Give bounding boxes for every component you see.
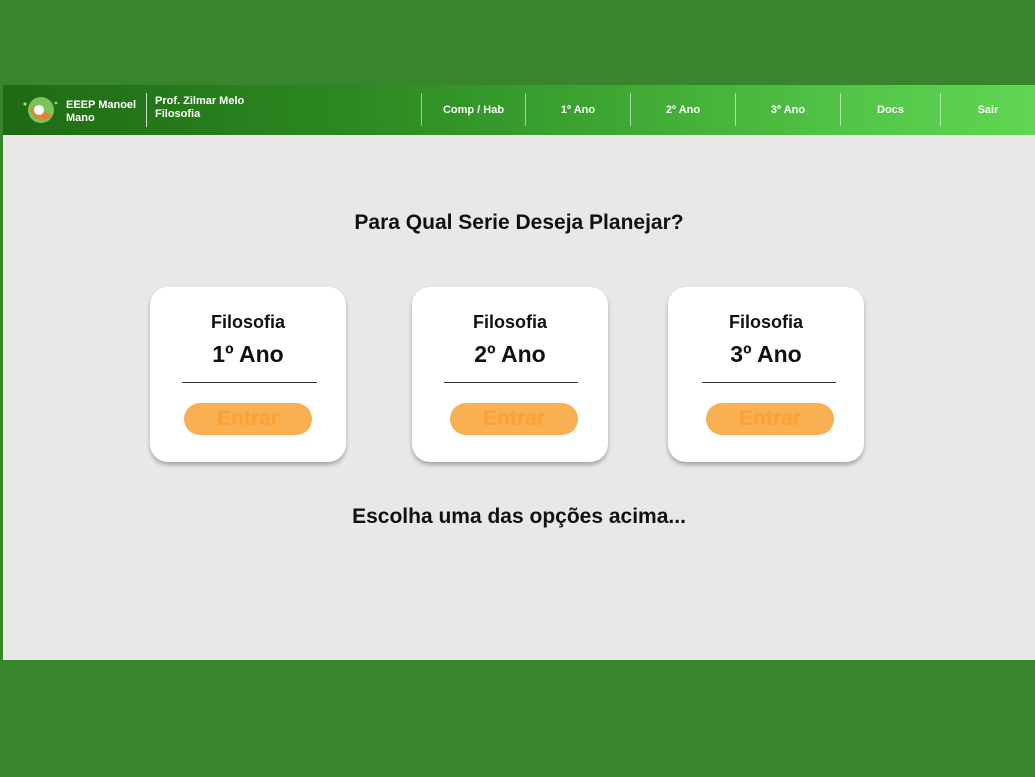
instruction-text: Escolha uma das opções acima... — [352, 505, 686, 528]
app-frame: EEEP Manoel Mano Prof. Zilmar Melo Filos… — [3, 85, 1035, 660]
card-subject: Filosofia — [728, 312, 803, 332]
nav-3-ano[interactable]: 3º Ano — [736, 85, 840, 135]
card-year: 3º Ano — [730, 341, 802, 367]
card-year: 1º Ano — [212, 341, 284, 367]
grade-card-1: Filosofia 1º Ano Entrar — [150, 287, 346, 462]
card-subject: Filosofia — [210, 312, 285, 332]
card-divider — [182, 382, 317, 383]
top-navbar: EEEP Manoel Mano Prof. Zilmar Melo Filos… — [3, 85, 1035, 135]
grade-card-2: Filosofia 2º Ano Entrar — [412, 287, 608, 462]
enter-button[interactable]: Entrar — [706, 403, 834, 435]
enter-button[interactable]: Entrar — [184, 403, 312, 435]
nav-sair[interactable]: Sair — [941, 85, 1035, 135]
enter-button[interactable]: Entrar — [450, 403, 578, 435]
nav-2-ano[interactable]: 2º Ano — [631, 85, 735, 135]
card-divider — [444, 382, 578, 383]
nav-1-ano[interactable]: 1º Ano — [526, 85, 630, 135]
school-logo-icon — [23, 97, 58, 123]
brand-divider — [146, 93, 147, 127]
nav-comp-hab[interactable]: Comp / Hab — [422, 85, 525, 135]
school-name: EEEP Manoel Mano — [66, 99, 137, 124]
page-heading: Para Qual Serie Deseja Planejar? — [354, 211, 684, 234]
card-divider — [702, 382, 836, 383]
teacher-name: Prof. Zilmar Melo — [155, 95, 245, 107]
grade-card-3: Filosofia 3º Ano Entrar — [668, 287, 864, 462]
teacher-info: Prof. Zilmar Melo Filosofia — [155, 95, 244, 121]
card-subject: Filosofia — [472, 312, 547, 332]
card-year: 2º Ano — [474, 341, 546, 367]
teacher-subject: Filosofia — [155, 108, 201, 120]
nav-docs[interactable]: Docs — [841, 85, 940, 135]
